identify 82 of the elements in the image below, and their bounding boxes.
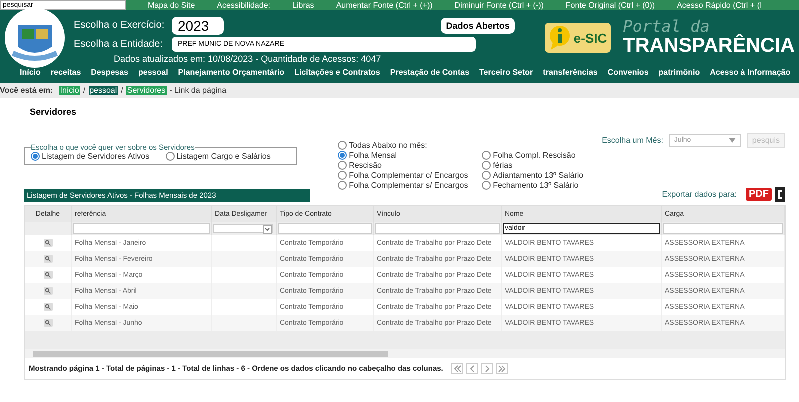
radio-label[interactable]: Folha Complementar s/ Encargos — [349, 181, 468, 190]
pdf-export-button[interactable]: PDF — [746, 188, 772, 201]
esic-logo[interactable]: e-SIC — [544, 23, 612, 53]
radio-button[interactable] — [482, 151, 492, 160]
nav-link[interactable]: Prestação de Contas — [390, 68, 470, 77]
nav-link[interactable]: Planejamento Orçamentário — [178, 68, 285, 77]
entity-label: Escolha a Entidade: — [74, 38, 164, 50]
radio-label[interactable]: Folha Compl. Rescisão — [493, 151, 576, 160]
top-link[interactable]: Diminuir Fonte (Ctrl + (-)) — [454, 0, 544, 10]
spreadsheet-export-icon — [775, 187, 785, 202]
nav-link[interactable]: Acesso à Informação — [710, 68, 791, 77]
radio-label[interactable]: Fechamento 13º Salário — [493, 181, 579, 190]
nav-link[interactable]: Terceiro Setor — [480, 68, 534, 77]
nav-link[interactable]: patrimônio — [658, 68, 700, 77]
breadcrumb-text: - Link da página — [170, 86, 227, 95]
radio-label[interactable]: Listagem Cargo e Salários — [176, 152, 271, 161]
top-link[interactable]: Acessibilidade: — [217, 0, 271, 10]
month-label: Escolha um Mês: — [602, 136, 664, 145]
radio-label[interactable]: Folha Complementar c/ Encargos — [349, 171, 468, 180]
breadcrumb-link[interactable]: pessoal — [88, 86, 118, 95]
magnifier-icon — [44, 287, 52, 295]
radio-label[interactable]: férias — [493, 161, 513, 170]
nav-link[interactable]: Licitações e Contratos — [294, 68, 380, 77]
radio-label[interactable]: Rescisão — [349, 161, 382, 170]
next-page-button[interactable] — [481, 363, 494, 374]
top-link[interactable]: Libras — [292, 0, 314, 10]
filter-field[interactable] — [375, 223, 500, 234]
radio-button[interactable] — [338, 171, 348, 180]
nav-link[interactable]: pessoal — [138, 68, 168, 77]
nav-link[interactable]: Início — [20, 68, 41, 77]
breadcrumb-separator: / — [121, 86, 124, 95]
filter-select[interactable] — [213, 224, 273, 233]
magnifier-icon — [44, 319, 52, 327]
radio-button[interactable] — [338, 141, 348, 150]
breadcrumb-separator: / — [83, 86, 86, 95]
double-chevron-left-icon — [452, 364, 462, 374]
exercise-label: Escolha o Exercício: — [74, 20, 166, 31]
nav-link[interactable]: receitas — [50, 68, 82, 77]
filter-field[interactable] — [278, 223, 372, 234]
horizontal-scrollbar[interactable] — [25, 349, 785, 358]
last-page-button[interactable] — [496, 363, 508, 374]
dropdown-arrow-icon — [729, 138, 736, 143]
radio-button[interactable] — [31, 152, 40, 161]
magnifier-icon — [44, 239, 52, 247]
breadcrumb-label: Você está em: — [0, 86, 54, 95]
radio-button[interactable] — [482, 171, 492, 180]
city-crest-logo — [4, 7, 66, 69]
page-title: Servidores — [30, 107, 78, 117]
nav-link[interactable]: Despesas — [91, 68, 128, 77]
nav-link[interactable]: transferências — [543, 68, 598, 77]
radio-label[interactable]: Adiantamento 13º Salário — [493, 171, 584, 180]
filter-field[interactable] — [73, 223, 210, 234]
radio-button[interactable] — [166, 152, 175, 161]
export-label: Exportar dados para: — [662, 190, 737, 199]
open-data-button[interactable]: Dados Abertos — [441, 18, 515, 34]
double-chevron-right-icon — [497, 364, 508, 374]
top-link[interactable]: Fonte Original (Ctrl + (0)) — [566, 0, 656, 10]
magnifier-icon — [44, 303, 52, 311]
esic-text: e-SIC — [574, 30, 608, 46]
info-bubble-icon — [548, 25, 571, 51]
top-link[interactable]: Acesso Rápido (Ctrl + (I — [677, 0, 762, 10]
magnifier-icon — [44, 271, 52, 279]
portal-title: Portal da — [623, 19, 710, 35]
top-link[interactable]: Mapa do Site — [148, 0, 196, 10]
radio-label[interactable]: Listagem de Servidores Ativos — [42, 152, 150, 161]
first-page-button[interactable] — [451, 363, 464, 374]
radio-button[interactable] — [338, 161, 348, 170]
dropdown-arrow-icon — [263, 225, 272, 234]
nav-link[interactable]: Convenios — [608, 68, 649, 77]
top-link[interactable]: Aumentar Fonte (Ctrl + (+)) — [336, 0, 433, 10]
filter-field[interactable] — [663, 223, 783, 234]
radio-button[interactable] — [482, 161, 492, 170]
radio-label[interactable]: Todas Abaixo no mês: — [349, 141, 428, 150]
radio-button[interactable] — [338, 181, 348, 190]
previous-page-button[interactable] — [466, 363, 478, 374]
radio-label[interactable]: Folha Mensal — [349, 151, 398, 160]
radio-button[interactable] — [338, 151, 348, 160]
year-select[interactable]: 2023 — [172, 16, 224, 34]
update-info: Dados atualizados em: 10/08/2023 - Quantidade de Acessos: 4047 — [113, 54, 382, 64]
portal-title: TRANSPARÊNCIA — [623, 35, 795, 57]
magnifier-icon — [44, 255, 52, 263]
radio-button[interactable] — [482, 181, 492, 190]
